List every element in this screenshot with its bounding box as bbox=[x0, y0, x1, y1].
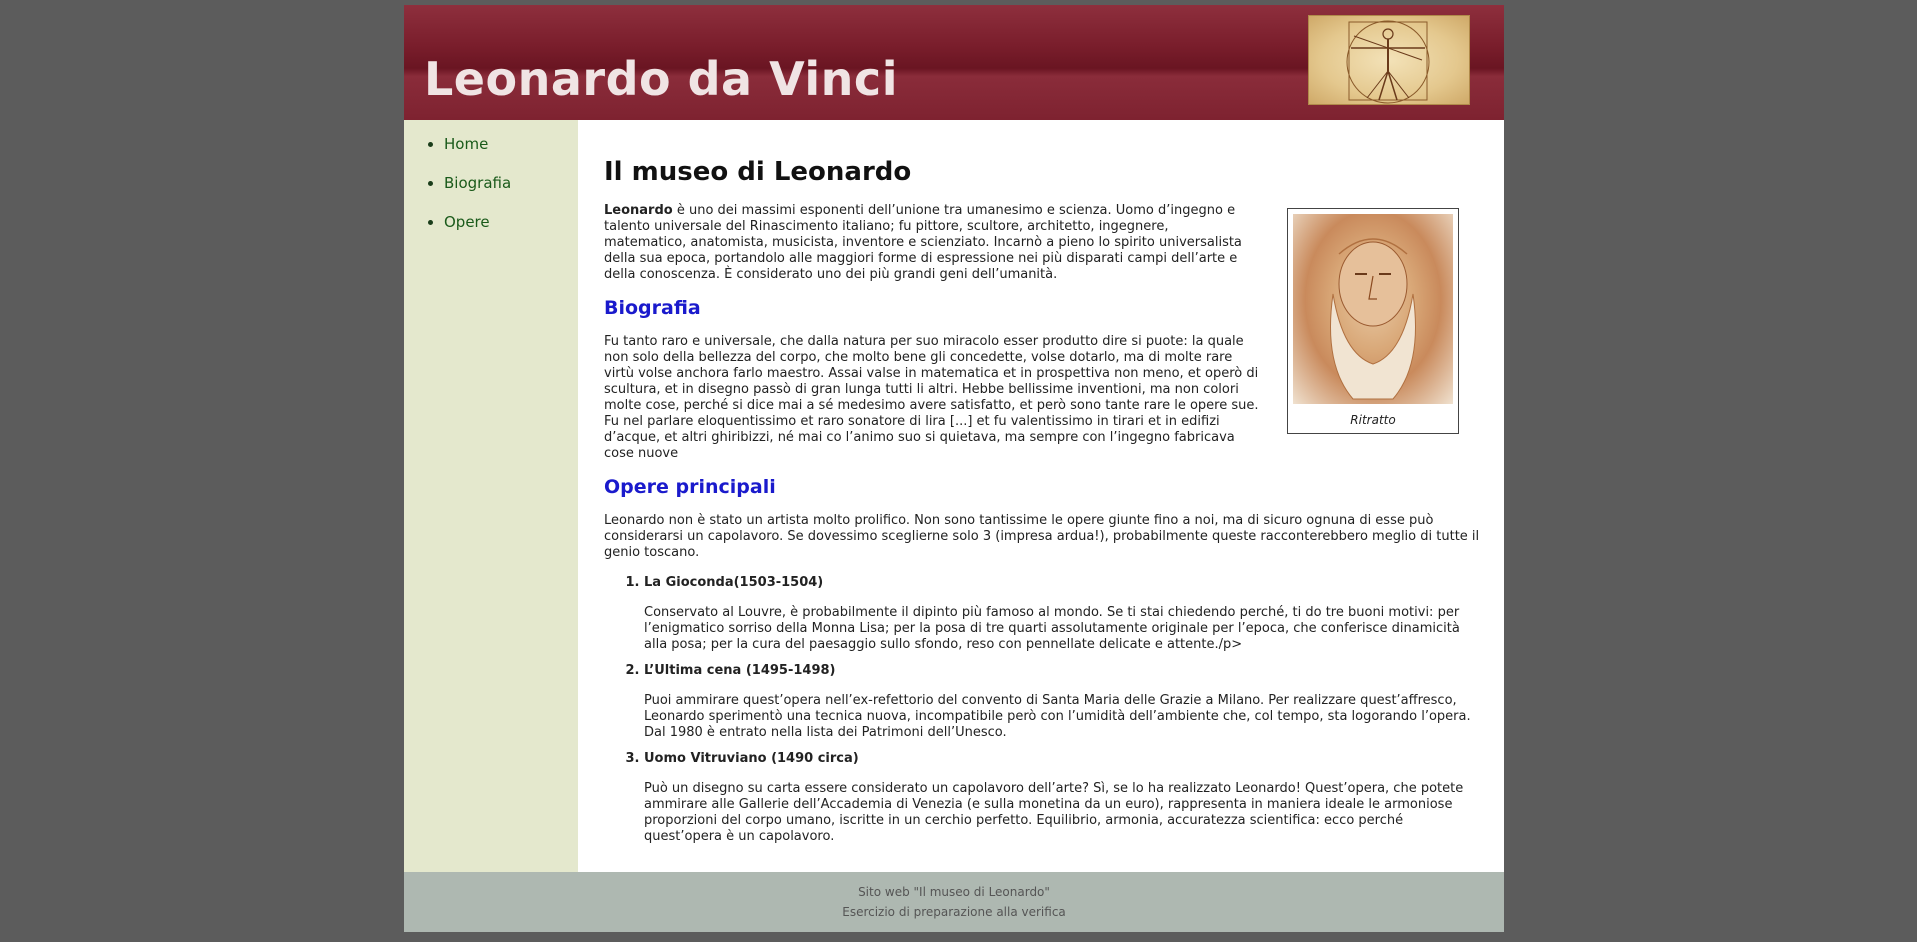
intro-text: è uno dei massimi esponenti dell’unione … bbox=[604, 203, 1242, 282]
work-description: Puoi ammirare quest’opera nell’ex-refett… bbox=[644, 693, 1471, 740]
intro-paragraph: Leonardo è uno dei massimi esponenti del… bbox=[604, 203, 1254, 283]
work-title: La Gioconda(1503-1504) bbox=[644, 575, 824, 590]
page-container: Leonardo da Vinci Home Biografia Opere I bbox=[404, 5, 1504, 932]
main-content: Il museo di Leonardo Ritratto Leonardo è… bbox=[604, 120, 1484, 872]
footer-line-2: Esercizio di preparazione alla verifica bbox=[842, 905, 1066, 919]
nav-item-biografia[interactable]: Biografia bbox=[444, 173, 578, 193]
site-footer: Sito web "Il museo di Leonardo" Esercizi… bbox=[404, 872, 1504, 932]
works-list: La Gioconda(1503-1504) Conservato al Lou… bbox=[604, 575, 1484, 845]
portrait-image bbox=[1293, 214, 1453, 404]
biography-paragraph: Fu tanto raro e universale, che dalla na… bbox=[604, 334, 1259, 461]
list-item: La Gioconda(1503-1504) Conservato al Lou… bbox=[644, 575, 1484, 653]
page-title: Il museo di Leonardo bbox=[604, 157, 912, 187]
nav-link-home[interactable]: Home bbox=[444, 135, 488, 153]
works-heading: Opere principali bbox=[604, 476, 776, 498]
vitruvian-man-image bbox=[1308, 15, 1470, 105]
nav-link-opere[interactable]: Opere bbox=[444, 213, 490, 231]
list-item: L’Ultima cena (1495-1498) Puoi ammirare … bbox=[644, 663, 1484, 741]
intro-bold-name: Leonardo bbox=[604, 203, 673, 218]
work-title: L’Ultima cena (1495-1498) bbox=[644, 663, 836, 678]
nav-link-biografia[interactable]: Biografia bbox=[444, 174, 511, 192]
portrait-figure: Ritratto bbox=[1287, 208, 1459, 434]
nav-item-opere[interactable]: Opere bbox=[444, 212, 578, 232]
work-description: Conservato al Louvre, è probabilmente il… bbox=[644, 605, 1460, 652]
nav-item-home[interactable]: Home bbox=[444, 134, 578, 154]
work-title: Uomo Vitruviano (1490 circa) bbox=[644, 751, 859, 766]
works-intro-paragraph: Leonardo non è stato un artista molto pr… bbox=[604, 513, 1480, 560]
list-item: Uomo Vitruviano (1490 circa) Può un dise… bbox=[644, 751, 1484, 845]
footer-line-1: Sito web "Il museo di Leonardo" bbox=[858, 885, 1050, 899]
work-description: Può un disegno su carta essere considera… bbox=[644, 781, 1464, 844]
site-title: Leonardo da Vinci bbox=[424, 52, 898, 106]
portrait-caption: Ritratto bbox=[1350, 413, 1396, 427]
site-header: Leonardo da Vinci bbox=[404, 5, 1504, 120]
sidebar-nav: Home Biografia Opere bbox=[404, 120, 578, 872]
nav-list: Home Biografia Opere bbox=[404, 120, 578, 232]
